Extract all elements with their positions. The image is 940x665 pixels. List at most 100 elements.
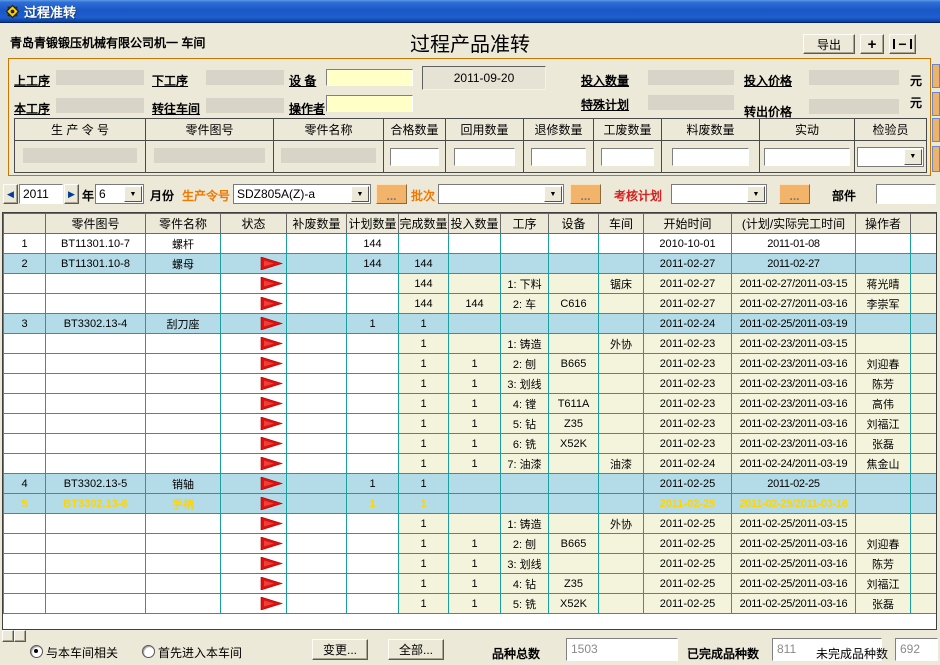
- grid-cell-plan[interactable]: [347, 274, 399, 294]
- grid-cell-plan[interactable]: 1: [347, 314, 399, 334]
- grid-cell-plan[interactable]: [347, 414, 399, 434]
- collapse-button[interactable]: −: [889, 34, 916, 54]
- grid-cell-name[interactable]: [146, 594, 221, 614]
- order-combo[interactable]: SDZ805A(Z)-a ▼: [233, 184, 371, 204]
- grid-cell-equip[interactable]: X52K: [549, 594, 599, 614]
- grid-cell-equip[interactable]: C616: [549, 294, 599, 314]
- grid-cell-repair[interactable]: [287, 294, 347, 314]
- grid-row[interactable]: 113: 划线2011-02-252011-02-25/2011-03-16陈芳: [4, 554, 937, 574]
- grid-cell-shop[interactable]: [599, 314, 644, 334]
- grid-cell-plan[interactable]: [347, 374, 399, 394]
- grid-cell-flag[interactable]: [221, 354, 287, 374]
- qualified-qty-input[interactable]: [390, 148, 439, 166]
- grid-cell-comp[interactable]: 2011-01-08: [732, 234, 856, 254]
- grid-cell-repair[interactable]: [287, 414, 347, 434]
- grid-cell-equip[interactable]: Z35: [549, 414, 599, 434]
- grid-row[interactable]: 112: 刨B6652011-02-252011-02-25/2011-03-1…: [4, 534, 937, 554]
- grid-cell-spacer[interactable]: [911, 254, 937, 274]
- grid-cell-name[interactable]: [146, 514, 221, 534]
- grid-cell-comp[interactable]: 2011-02-25/2011-03-19: [732, 314, 856, 334]
- grid-cell-operator[interactable]: 刘福江: [856, 574, 911, 594]
- grid-cell-equip[interactable]: [549, 554, 599, 574]
- grid-cell-operator[interactable]: [856, 494, 911, 514]
- grid-cell-name[interactable]: [146, 394, 221, 414]
- grid-cell-operator[interactable]: [856, 514, 911, 534]
- grid-cell-spacer[interactable]: [911, 234, 937, 254]
- grid-cell-done[interactable]: 144: [399, 294, 449, 314]
- batch-more-button[interactable]: ...: [570, 184, 601, 204]
- grid-cell-num[interactable]: 1: [4, 234, 46, 254]
- grid-row[interactable]: 114: 钻Z352011-02-252011-02-25/2011-03-16…: [4, 574, 937, 594]
- grid-cell-name[interactable]: [146, 274, 221, 294]
- grid-cell-num[interactable]: 3: [4, 314, 46, 334]
- grid-cell-spacer[interactable]: [911, 414, 937, 434]
- grid-cell-plan[interactable]: [347, 354, 399, 374]
- grid-cell-repair[interactable]: [287, 374, 347, 394]
- grid-cell-part_no[interactable]: BT3302.13-5: [46, 474, 146, 494]
- grid-cell-input[interactable]: 1: [449, 354, 501, 374]
- grid-cell-num[interactable]: [4, 354, 46, 374]
- grid-cell-comp[interactable]: 2011-02-25/2011-03-16: [732, 534, 856, 554]
- grid-cell-comp[interactable]: 2011-02-23/2011-03-16: [732, 374, 856, 394]
- grid-cell-flag[interactable]: [221, 474, 287, 494]
- grid-cell-comp[interactable]: 2011-02-25/2011-03-16: [732, 494, 856, 514]
- output-price-field[interactable]: [809, 99, 899, 114]
- side-panel-button[interactable]: [932, 146, 940, 172]
- grid-cell-repair[interactable]: [287, 574, 347, 594]
- grid-cell-name[interactable]: 刮刀座: [146, 314, 221, 334]
- grid-cell-proc[interactable]: 1: 下料: [501, 274, 549, 294]
- assess-combo[interactable]: ▼: [671, 184, 767, 204]
- grid-cell-num[interactable]: [4, 374, 46, 394]
- grid-cell-name[interactable]: [146, 294, 221, 314]
- grid-row[interactable]: 115: 钻Z352011-02-232011-02-23/2011-03-16…: [4, 414, 937, 434]
- grid-cell-done[interactable]: 1: [399, 434, 449, 454]
- all-button[interactable]: 全部...: [388, 639, 444, 660]
- grid-cell-shop[interactable]: [599, 414, 644, 434]
- grid-cell-input[interactable]: 144: [449, 294, 501, 314]
- grid-cell-shop[interactable]: [599, 534, 644, 554]
- grid-cell-name[interactable]: 手柄: [146, 494, 221, 514]
- grid-cell-comp[interactable]: 2011-02-25/2011-03-15: [732, 514, 856, 534]
- month-combo[interactable]: 6 ▼: [95, 184, 144, 204]
- grid-cell-start[interactable]: 2011-02-23: [644, 354, 732, 374]
- grid-cell-shop[interactable]: 油漆: [599, 454, 644, 474]
- grid-cell-equip[interactable]: [549, 374, 599, 394]
- grid-cell-input[interactable]: 1: [449, 394, 501, 414]
- grid-cell-flag[interactable]: [221, 274, 287, 294]
- radio-related-workshop[interactable]: [30, 645, 43, 658]
- grid-cell-shop[interactable]: [599, 254, 644, 274]
- grid-cell-flag[interactable]: [221, 434, 287, 454]
- grid-cell-proc[interactable]: 6: 铣: [501, 434, 549, 454]
- grid-cell-plan[interactable]: 144: [347, 234, 399, 254]
- grid-cell-num[interactable]: [4, 454, 46, 474]
- year-prev-button[interactable]: ◀: [3, 184, 18, 204]
- grid-cell-proc[interactable]: [501, 234, 549, 254]
- change-button[interactable]: 变更...: [312, 639, 368, 660]
- grid-cell-proc[interactable]: [501, 254, 549, 274]
- grid-cell-flag[interactable]: [221, 574, 287, 594]
- grid-cell-repair[interactable]: [287, 234, 347, 254]
- grid-cell-plan[interactable]: [347, 594, 399, 614]
- grid-cell-spacer[interactable]: [911, 374, 937, 394]
- grid-cell-done[interactable]: 1: [399, 534, 449, 554]
- chevron-down-icon[interactable]: ▼: [351, 186, 369, 202]
- grid-cell-name[interactable]: [146, 414, 221, 434]
- grid-cell-part_no[interactable]: [46, 534, 146, 554]
- part-input[interactable]: [876, 184, 936, 204]
- grid-cell-proc[interactable]: [501, 494, 549, 514]
- grid-cell-done[interactable]: 1: [399, 514, 449, 534]
- grid-cell-equip[interactable]: [549, 494, 599, 514]
- grid-cell-input[interactable]: [449, 514, 501, 534]
- grid-cell-done[interactable]: 1: [399, 554, 449, 574]
- grid-cell-num[interactable]: 5: [4, 494, 46, 514]
- grid-cell-part_no[interactable]: [46, 594, 146, 614]
- grid-cell-done[interactable]: 1: [399, 494, 449, 514]
- grid-cell-proc[interactable]: 2: 刨: [501, 354, 549, 374]
- batch-combo[interactable]: ▼: [438, 184, 564, 204]
- grid-cell-shop[interactable]: [599, 294, 644, 314]
- grid-cell-num[interactable]: [4, 574, 46, 594]
- grid-cell-input[interactable]: [449, 334, 501, 354]
- grid-cell-input[interactable]: [449, 474, 501, 494]
- grid-cell-shop[interactable]: [599, 434, 644, 454]
- grid-cell-done[interactable]: [399, 234, 449, 254]
